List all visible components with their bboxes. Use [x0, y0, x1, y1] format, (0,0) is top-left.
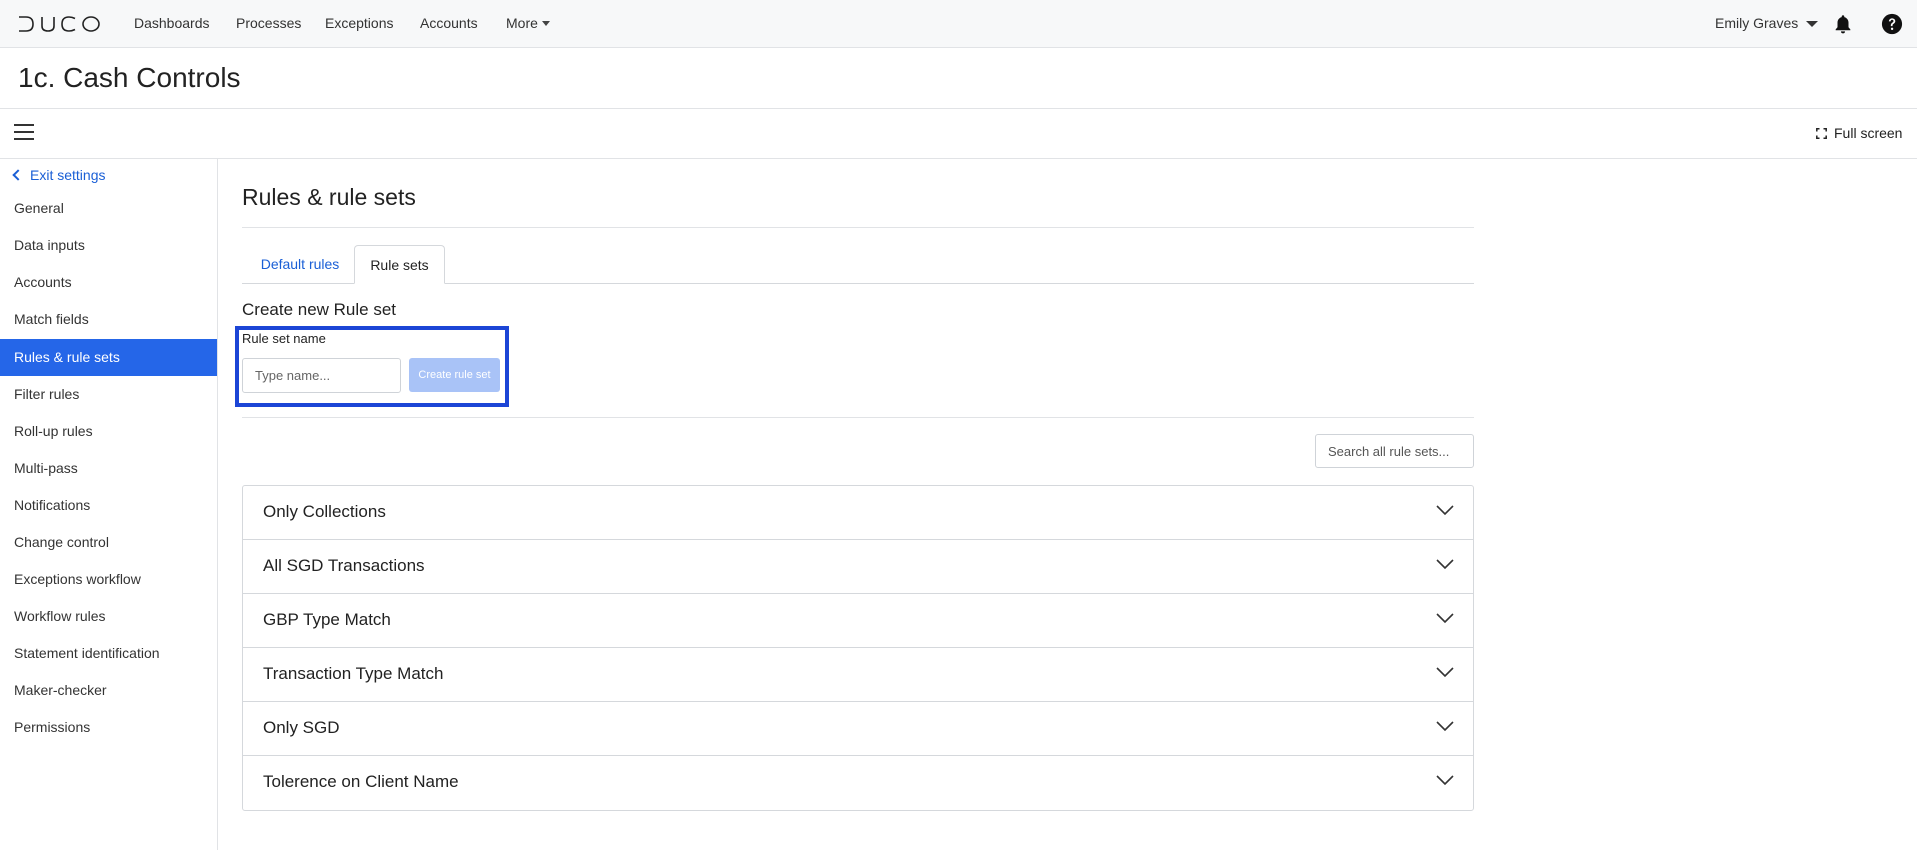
rule-set-name: Only Collections [263, 502, 386, 521]
hamburger-icon[interactable] [14, 124, 34, 140]
sidebar-item-exceptions-workflow[interactable]: Exceptions workflow [0, 561, 217, 598]
chevron-down-icon[interactable] [1435, 716, 1455, 736]
fullscreen-label: Full screen [1834, 125, 1903, 141]
rule-set-row[interactable]: Only SGD [243, 702, 1473, 756]
sidebar-item-accounts[interactable]: Accounts [0, 264, 217, 301]
rule-set-name: GBP Type Match [263, 610, 391, 629]
sidebar-item-rules-and-rule-sets[interactable]: Rules & rule sets [0, 339, 217, 376]
rule-set-name-label: Rule set name [242, 331, 326, 346]
sidebar-item-filter-rules[interactable]: Filter rules [0, 376, 217, 413]
tab-rule-sets[interactable]: Rule sets [354, 245, 445, 284]
rule-set-name: Only SGD [263, 718, 340, 737]
chevron-down-icon[interactable] [1435, 554, 1455, 574]
fullscreen-icon [1816, 128, 1827, 139]
rule-sets-list: Only Collections All SGD Transactions GB… [242, 485, 1474, 811]
fullscreen-button[interactable]: Full screen [1816, 125, 1902, 141]
tab-default-rules[interactable]: Default rules [248, 245, 352, 284]
create-rule-set-button[interactable]: Create rule set [409, 358, 500, 392]
sidebar-item-change-control[interactable]: Change control [0, 524, 217, 561]
nav-dashboards[interactable]: Dashboards [134, 15, 210, 31]
exit-settings-label: Exit settings [30, 167, 106, 183]
caret-down-icon [541, 20, 550, 26]
nav-exceptions[interactable]: Exceptions [325, 15, 393, 31]
rule-set-name: All SGD Transactions [263, 556, 425, 575]
sidebar-item-statement-identification[interactable]: Statement identification [0, 635, 217, 672]
sidebar-item-workflow-rules[interactable]: Workflow rules [0, 598, 217, 635]
settings-sidebar: Exit settings General Data inputs Accoun… [0, 159, 218, 850]
sidebar-item-multi-pass[interactable]: Multi-pass [0, 450, 217, 487]
divider [0, 158, 1917, 159]
rule-set-row[interactable]: GBP Type Match [243, 594, 1473, 648]
rule-set-name: Tolerence on Client Name [263, 772, 459, 791]
sidebar-item-general[interactable]: General [0, 190, 217, 227]
search-rule-sets-input[interactable] [1315, 434, 1474, 468]
rule-set-name-input[interactable] [242, 358, 401, 393]
nav-more[interactable]: More [506, 15, 550, 31]
rule-set-name: Transaction Type Match [263, 664, 444, 683]
rule-set-row[interactable]: Transaction Type Match [243, 648, 1473, 702]
divider [0, 108, 1917, 109]
page-title: 1c. Cash Controls [18, 62, 241, 93]
rule-set-row[interactable]: Only Collections [243, 486, 1473, 540]
sidebar-item-roll-up-rules[interactable]: Roll-up rules [0, 413, 217, 450]
nav-more-label: More [506, 15, 538, 31]
caret-down-icon [1806, 21, 1819, 28]
sidebar-item-match-fields[interactable]: Match fields [0, 301, 217, 338]
chevron-down-icon[interactable] [1435, 770, 1455, 790]
chevron-left-icon [12, 169, 24, 181]
top-navigation: Dashboards Processes Exceptions Accounts… [0, 0, 1917, 48]
section-heading: Rules & rule sets [242, 184, 416, 210]
chevron-down-icon[interactable] [1435, 662, 1455, 682]
rule-set-row[interactable]: Tolerence on Client Name [243, 756, 1473, 810]
nav-processes[interactable]: Processes [236, 15, 301, 31]
chevron-down-icon[interactable] [1435, 500, 1455, 520]
duco-logo[interactable] [18, 14, 100, 34]
chevron-down-icon[interactable] [1435, 608, 1455, 628]
create-rule-set-heading: Create new Rule set [242, 300, 397, 319]
user-menu[interactable]: Emily Graves [1715, 15, 1819, 31]
divider [242, 227, 1474, 228]
help-icon[interactable] [1881, 13, 1903, 35]
sidebar-item-notifications[interactable]: Notifications [0, 487, 217, 524]
sidebar-item-data-inputs[interactable]: Data inputs [0, 227, 217, 264]
user-name: Emily Graves [1715, 15, 1799, 31]
sidebar-item-permissions[interactable]: Permissions [0, 709, 217, 746]
divider [242, 417, 1474, 418]
exit-settings-link[interactable]: Exit settings [12, 167, 106, 183]
rule-set-row[interactable]: All SGD Transactions [243, 540, 1473, 594]
bell-icon[interactable] [1832, 13, 1854, 35]
sidebar-item-maker-checker[interactable]: Maker-checker [0, 672, 217, 709]
nav-accounts[interactable]: Accounts [420, 15, 478, 31]
